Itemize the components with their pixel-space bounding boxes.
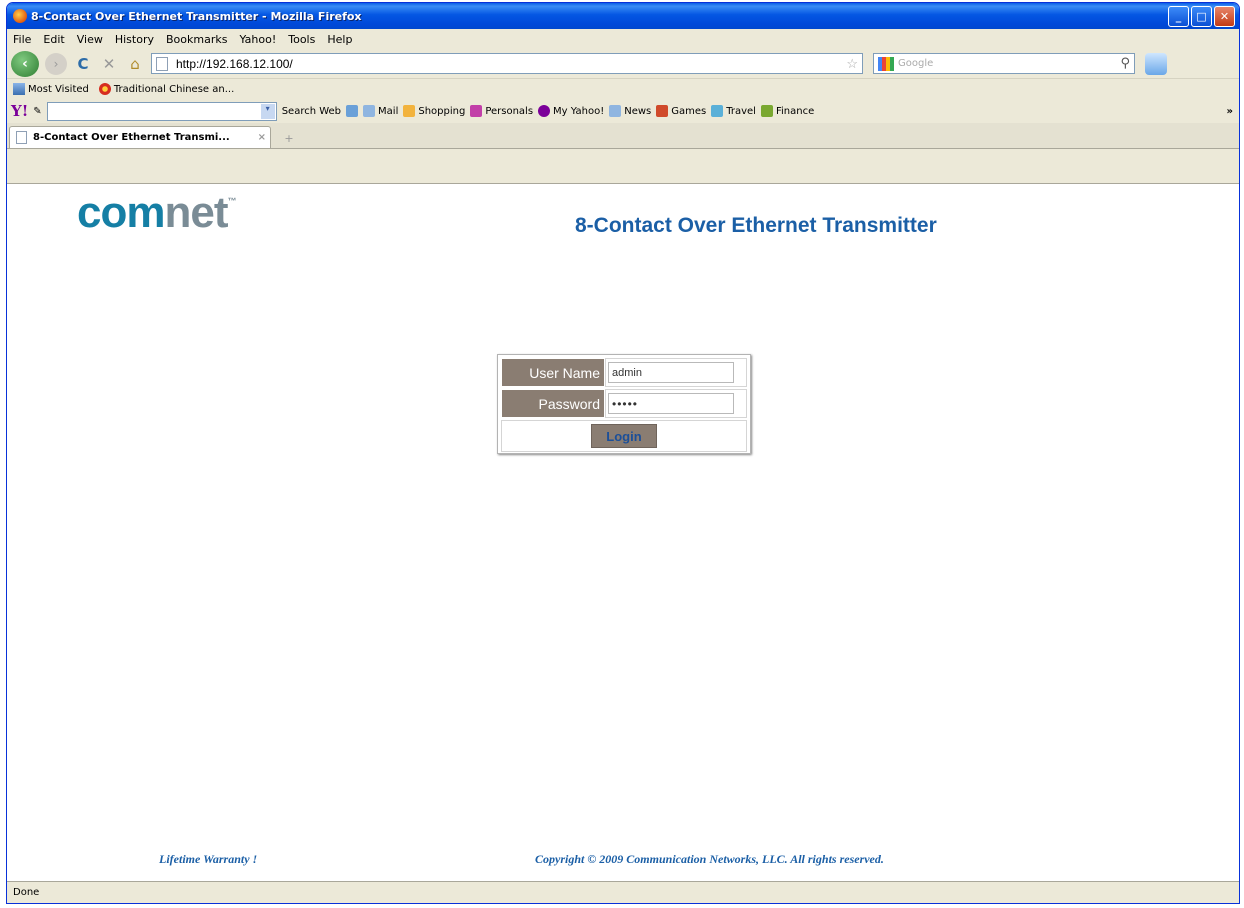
login-button[interactable]: Login — [591, 424, 657, 448]
addon-icon[interactable] — [1145, 52, 1167, 75]
username-label: User Name — [501, 358, 605, 387]
tab-active[interactable]: 8-Contact Over Ethernet Transmi... × — [9, 126, 271, 148]
navigation-toolbar: ‹ › C ✕ ⌂ http://192.168.12.100/ ☆ Googl… — [7, 49, 1239, 79]
yahoo-news[interactable]: News — [609, 105, 651, 117]
forward-button[interactable]: › — [45, 52, 67, 75]
lifetime-warranty-link[interactable]: Lifetime Warranty ! — [159, 852, 257, 867]
yahoo-travel[interactable]: Travel — [711, 105, 756, 117]
window-title: 8-Contact Over Ethernet Transmitter - Mo… — [31, 9, 362, 23]
bookmark-traditional-chinese[interactable]: Traditional Chinese an... — [98, 83, 235, 95]
yahoo-item-label: Travel — [726, 105, 756, 117]
shopping-icon — [403, 105, 416, 117]
yahoo-finance[interactable]: Finance — [760, 105, 815, 117]
stop-icon[interactable]: ✕ — [99, 54, 119, 74]
most-visited-icon — [13, 83, 25, 95]
status-bar: Done — [7, 881, 1239, 903]
page-content: comnet™ 8-Contact Over Ethernet Transmit… — [7, 183, 1239, 881]
menu-bar: File Edit View History Bookmarks Yahoo! … — [7, 29, 1239, 49]
search-input[interactable]: Google ⚲ — [873, 53, 1135, 74]
games-icon — [656, 105, 669, 117]
yahoo-mail[interactable]: Mail — [363, 105, 398, 117]
yahoo-games[interactable]: Games — [656, 105, 706, 117]
yahoo-item-label: Search Web — [281, 105, 342, 117]
bookmark-star-icon[interactable]: ☆ — [846, 56, 858, 72]
flower-icon — [98, 83, 111, 95]
google-icon[interactable] — [878, 56, 894, 71]
personals-icon — [470, 105, 483, 117]
travel-icon — [711, 105, 724, 117]
yahoo-item-label: Finance — [775, 105, 815, 117]
password-field[interactable] — [608, 393, 734, 414]
close-button[interactable]: ✕ — [1214, 5, 1235, 27]
yahoo-item-label: Games — [671, 105, 707, 117]
page-icon — [16, 131, 27, 144]
menu-yahoo[interactable]: Yahoo! — [239, 33, 276, 46]
browser-window: 8-Contact Over Ethernet Transmitter - Mo… — [6, 2, 1240, 904]
dropdown-icon[interactable]: ▾ — [260, 103, 275, 119]
yahoo-logo[interactable]: Y! — [11, 102, 28, 120]
yahoo-item-label: Mail — [378, 105, 399, 117]
yahoo-search-input[interactable]: ▾ — [46, 101, 277, 121]
maximize-button[interactable]: □ — [1191, 5, 1212, 27]
pencil-icon[interactable]: ✎ — [33, 106, 41, 117]
comnet-logo: comnet™ — [77, 188, 236, 238]
url-text: http://192.168.12.100/ — [176, 56, 293, 71]
mail-icon — [363, 105, 376, 117]
yahoo-item-label: News — [624, 105, 652, 117]
back-arrow-icon: ‹ — [22, 55, 28, 72]
toolbar-overflow-button[interactable]: » — [1227, 106, 1233, 117]
yahoo-bookmarks[interactable] — [346, 105, 359, 117]
menu-edit[interactable]: Edit — [43, 33, 64, 46]
bookmark-label: Most Visited — [28, 83, 89, 95]
minimize-button[interactable]: _ — [1168, 5, 1189, 27]
bookmarks-toolbar: Most Visited Traditional Chinese an... — [7, 79, 1239, 99]
login-button-row: Login — [501, 420, 747, 452]
page-title: 8-Contact Over Ethernet Transmitter — [575, 214, 937, 237]
yahoo-shopping[interactable]: Shopping — [403, 105, 465, 117]
title-bar[interactable]: 8-Contact Over Ethernet Transmitter - Mo… — [7, 3, 1239, 29]
logo-com: com — [77, 188, 165, 237]
tab-close-icon[interactable]: × — [258, 132, 266, 143]
finance-icon — [760, 105, 773, 117]
bookmark-most-visited[interactable]: Most Visited — [13, 83, 89, 95]
my-yahoo-icon — [538, 105, 551, 117]
back-button[interactable]: ‹ — [11, 50, 39, 77]
username-row: User Name — [501, 358, 747, 387]
menu-help[interactable]: Help — [327, 33, 352, 46]
yahoo-item-label: Shopping — [418, 105, 466, 117]
password-row: Password — [501, 389, 747, 418]
search-placeholder: Google — [898, 58, 934, 69]
menu-history[interactable]: History — [115, 33, 154, 46]
username-field[interactable] — [608, 362, 734, 383]
yahoo-item-label: Personals — [485, 105, 534, 117]
yahoo-item-label: My Yahoo! — [553, 105, 605, 117]
tab-strip: 8-Contact Over Ethernet Transmi... × + — [7, 123, 1239, 149]
logo-trademark: ™ — [227, 196, 236, 206]
page-icon — [156, 56, 168, 71]
login-form: User Name Password Login — [497, 354, 751, 454]
yahoo-personals[interactable]: Personals — [470, 105, 533, 117]
bookmark-label: Traditional Chinese an... — [113, 83, 235, 95]
password-label: Password — [501, 389, 605, 418]
status-text: Done — [13, 887, 40, 898]
logo-net: net — [164, 188, 228, 237]
new-tab-button[interactable]: + — [277, 128, 301, 148]
copyright-text: Copyright © 2009 Communication Networks,… — [535, 852, 884, 866]
menu-tools[interactable]: Tools — [288, 33, 315, 46]
tab-label: 8-Contact Over Ethernet Transmi... — [33, 132, 230, 143]
menu-bookmarks[interactable]: Bookmarks — [166, 33, 227, 46]
forward-arrow-icon: › — [53, 56, 59, 71]
search-icon[interactable]: ⚲ — [1120, 56, 1130, 71]
bookmarks-icon — [346, 105, 359, 117]
reload-icon[interactable]: C — [73, 54, 93, 74]
menu-file[interactable]: File — [13, 33, 31, 46]
home-icon[interactable]: ⌂ — [125, 54, 145, 74]
firefox-icon — [13, 9, 27, 23]
url-bar[interactable]: http://192.168.12.100/ ☆ — [151, 53, 863, 74]
news-icon — [609, 105, 622, 117]
yahoo-toolbar: Y! ✎ ▾ Search Web Mail Shopping Personal… — [7, 99, 1239, 123]
yahoo-my-yahoo[interactable]: My Yahoo! — [538, 105, 604, 117]
yahoo-search-web[interactable]: Search Web — [282, 106, 341, 117]
menu-view[interactable]: View — [77, 33, 103, 46]
